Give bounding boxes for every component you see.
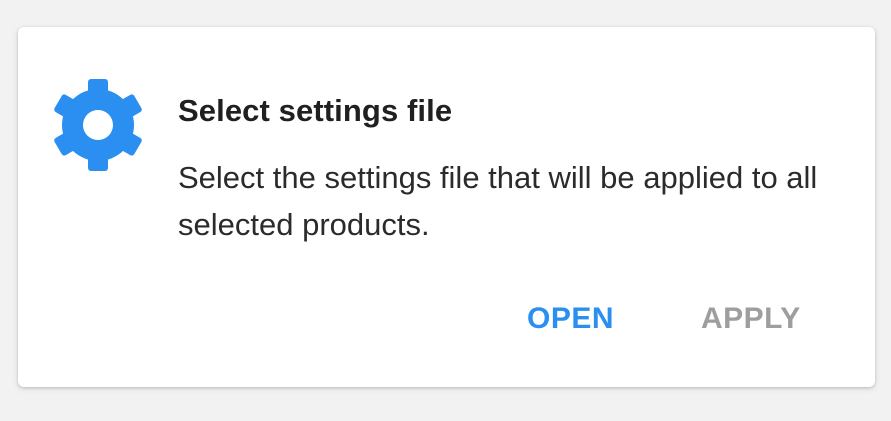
dialog-title: Select settings file <box>178 93 453 128</box>
settings-file-dialog: Select settings file Select the settings… <box>18 27 875 387</box>
open-button[interactable]: OPEN <box>527 302 614 336</box>
apply-button[interactable]: APPLY <box>701 302 801 336</box>
gear-icon <box>48 75 148 175</box>
dialog-message: Select the settings file that will be ap… <box>178 160 818 242</box>
